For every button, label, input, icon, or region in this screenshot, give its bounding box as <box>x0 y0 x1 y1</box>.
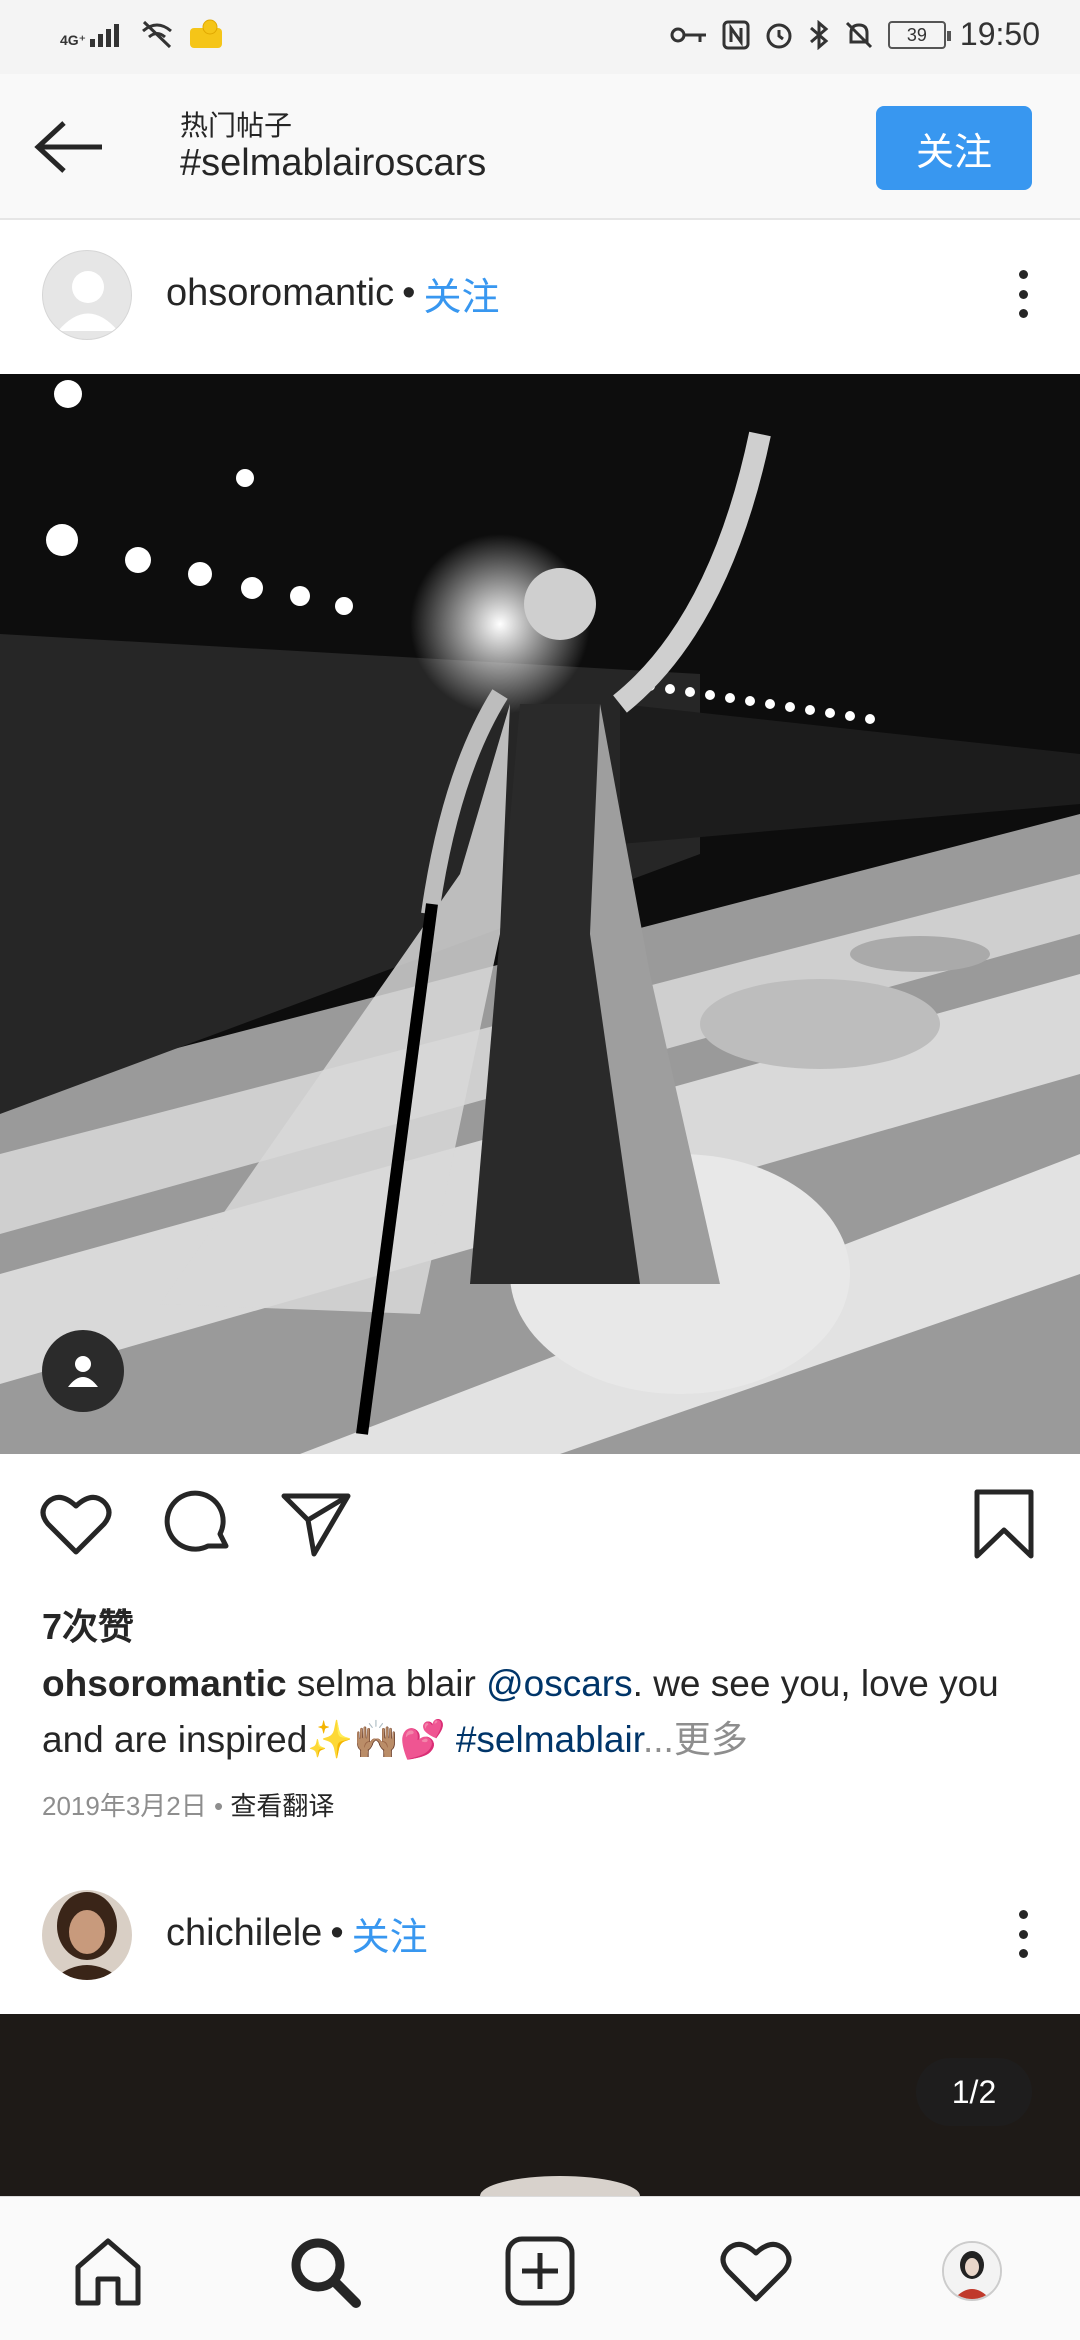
person-icon <box>68 1356 98 1387</box>
signal-icon: 4G⁺ <box>60 21 126 47</box>
battery-indicator: 39 <box>887 20 951 49</box>
paper-plane-icon <box>281 1493 351 1557</box>
post-username[interactable]: chichilele <box>166 1912 322 1955</box>
more-options-button[interactable] <box>1008 264 1038 324</box>
post-meta: 2019年3月2日 • 查看翻译 <box>42 1786 334 1823</box>
like-count[interactable]: 7次赞 <box>42 1598 134 1650</box>
nav-new-post[interactable] <box>502 2233 578 2309</box>
caption-username[interactable]: ohsoromantic <box>42 1663 287 1704</box>
bookmark-icon <box>974 1489 1034 1559</box>
post-date: 2019年3月2日 <box>42 1791 207 1821</box>
nav-profile[interactable] <box>934 2233 1010 2309</box>
dot-icon <box>1018 1910 1028 1919</box>
header-subtitle: 热门帖子 <box>180 110 293 141</box>
caption-more-link[interactable]: ...更多 <box>643 1719 748 1760</box>
status-left: 4G⁺ <box>60 18 224 50</box>
post-header: chichilele • 关注 <box>0 1862 1080 2014</box>
post-image[interactable]: 1/2 <box>0 2014 1080 2196</box>
clock: 19:50 <box>959 16 1040 52</box>
post-actions <box>0 1454 1080 1594</box>
alarm-icon <box>766 23 792 48</box>
bottom-nav <box>0 2196 1080 2340</box>
follow-user-link[interactable]: 关注 <box>423 266 499 321</box>
status-right: 39 19:50 <box>670 16 1040 53</box>
dot-icon <box>1018 270 1028 279</box>
like-button[interactable] <box>38 1486 114 1562</box>
see-translation-link[interactable]: 查看翻译 <box>230 1791 334 1821</box>
caption-mention[interactable]: @oscars <box>486 1663 633 1704</box>
post-author-row: chichilele • 关注 <box>166 1906 428 1961</box>
avatar-icon <box>942 2241 1002 2301</box>
avatar[interactable] <box>42 1890 132 1980</box>
dot-icon <box>1018 289 1028 299</box>
page-header: 热门帖子 #selmablairoscars 关注 <box>0 74 1080 220</box>
dot-icon <box>1018 1929 1028 1939</box>
carousel-counter: 1/2 <box>916 2058 1032 2126</box>
comment-icon <box>164 1490 229 1552</box>
nfc-icon <box>722 20 750 49</box>
separator-dot: • <box>330 1912 344 1954</box>
nav-search[interactable] <box>286 2233 362 2309</box>
default-avatar-icon <box>58 271 118 331</box>
meta-separator: • <box>206 1791 231 1821</box>
app-notification-icon <box>190 19 223 48</box>
search-icon <box>291 2238 361 2308</box>
arrow-left-icon <box>34 121 102 173</box>
separator-dot: • <box>402 272 416 314</box>
post-caption: ohsoromantic selma blair @oscars. we see… <box>42 1656 1042 1768</box>
more-options-button[interactable] <box>1008 1904 1038 1964</box>
caption-hashtag[interactable]: #selmablair <box>456 1719 643 1760</box>
heart-icon <box>720 2241 792 2302</box>
heart-icon <box>40 1494 112 1555</box>
avatar[interactable] <box>42 250 132 340</box>
post-username[interactable]: ohsoromantic <box>166 272 394 315</box>
post-header: ohsoromantic • 关注 <box>0 222 1080 374</box>
follow-user-link[interactable]: 关注 <box>352 1906 428 1961</box>
post-author-row: ohsoromantic • 关注 <box>166 266 499 321</box>
nav-home[interactable] <box>70 2233 146 2309</box>
mute-icon <box>845 21 872 48</box>
post-image[interactable] <box>0 374 1080 1454</box>
caption-text: selma blair <box>286 1663 487 1704</box>
page-title: #selmablairoscars <box>180 142 487 184</box>
status-bar: 4G⁺ 39 19:50 <box>0 0 1080 74</box>
back-button[interactable] <box>30 114 110 180</box>
save-button[interactable] <box>966 1486 1042 1562</box>
key-icon <box>670 27 706 42</box>
share-button[interactable] <box>278 1486 354 1562</box>
nav-activity[interactable] <box>718 2233 794 2309</box>
comment-button[interactable] <box>160 1486 236 1562</box>
user-photo-icon <box>42 1890 132 1980</box>
tagged-users-button[interactable] <box>42 1330 124 1412</box>
home-icon <box>75 2238 141 2306</box>
dot-icon <box>1018 309 1028 318</box>
wifi-off-icon <box>142 20 173 49</box>
post-photo-illustration <box>0 374 1080 1454</box>
bluetooth-icon <box>809 19 829 50</box>
plus-square-icon <box>505 2236 575 2306</box>
follow-hashtag-button[interactable]: 关注 <box>876 106 1032 190</box>
dot-icon <box>1018 1949 1028 1958</box>
network-type: 4G⁺ <box>60 32 87 48</box>
